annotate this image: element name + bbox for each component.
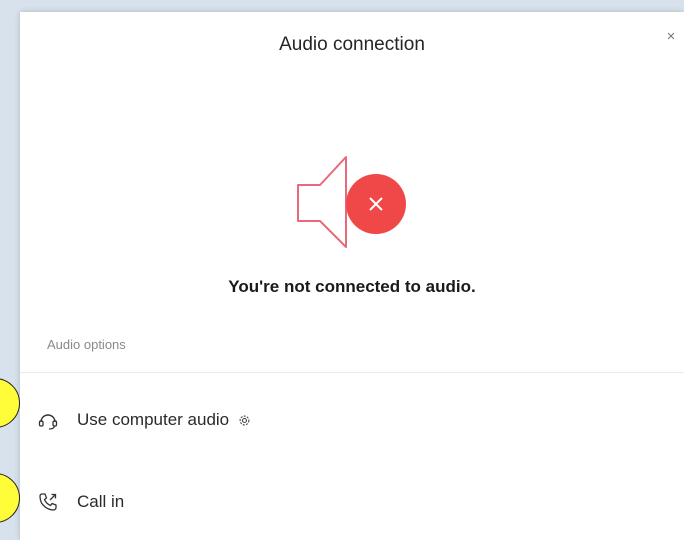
not-connected-message: You're not connected to audio.: [228, 277, 476, 296]
use-computer-audio-option[interactable]: Use computer audio: [20, 392, 684, 448]
divider: [20, 372, 684, 373]
close-button[interactable]: ×: [662, 28, 680, 46]
error-x-icon: [346, 174, 406, 234]
gear-icon[interactable]: [237, 413, 252, 428]
speaker-muted-icon: [297, 156, 406, 248]
headset-icon: [37, 409, 59, 431]
call-in-label: Call in: [77, 492, 125, 511]
callout-marker-1: [0, 378, 20, 428]
phone-call-icon: [37, 491, 59, 513]
audio-options-label: Audio options: [47, 337, 126, 352]
dialog-title: Audio connection: [279, 34, 425, 55]
audio-status-illustration: [290, 147, 440, 252]
use-computer-audio-label: Use computer audio: [77, 410, 230, 429]
call-in-option[interactable]: Call in: [20, 474, 684, 530]
audio-connection-dialog: Audio connection × You're not connected …: [20, 12, 684, 540]
callout-marker-2: [0, 473, 20, 523]
